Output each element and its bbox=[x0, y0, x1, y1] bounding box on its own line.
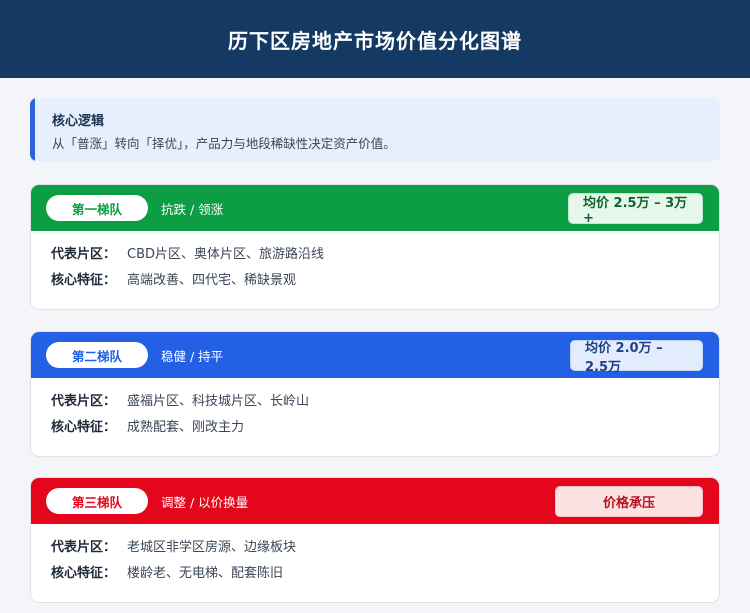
feature-label: 核心特征： bbox=[51, 273, 117, 288]
tier-trend: 稳健 / 持平 bbox=[161, 348, 224, 364]
tier-card-3: 第三梯队 调整 / 以价换量 价格承压 代表片区： 老城区非学区房源、边缘板块 … bbox=[30, 477, 720, 603]
area-value: 盛福片区、科技城片区、长岭山 bbox=[127, 394, 310, 409]
core-logic-title: 核心逻辑 bbox=[52, 114, 105, 129]
tier-feature-row: 核心特征： 楼龄老、无电梯、配套陈旧 bbox=[51, 562, 283, 581]
tier-header: 第三梯队 调整 / 以价换量 价格承压 bbox=[31, 478, 719, 524]
core-logic-panel: 核心逻辑 从「普涨」转向「择优」，产品力与地段稀缺性决定资产价值。 bbox=[30, 98, 720, 161]
feature-label: 核心特征： bbox=[51, 566, 117, 581]
tier-badge: 第一梯队 bbox=[46, 195, 148, 221]
tier-area-row: 代表片区： 盛福片区、科技城片区、长岭山 bbox=[51, 390, 309, 409]
feature-value: 楼龄老、无电梯、配套陈旧 bbox=[127, 566, 284, 581]
tier-badge: 第三梯队 bbox=[46, 488, 148, 514]
tier-header: 第一梯队 抗跌 / 领涨 均价 2.5万 – 3万+ bbox=[31, 185, 719, 231]
accent-bar bbox=[30, 98, 35, 161]
tier-trend: 抗跌 / 领涨 bbox=[161, 201, 224, 217]
page-header: 历下区房地产市场价值分化图谱 bbox=[0, 0, 750, 78]
tier-header: 第二梯队 稳健 / 持平 均价 2.0万 – 2.5万 bbox=[31, 332, 719, 378]
area-label: 代表片区： bbox=[51, 247, 117, 262]
core-logic-description: 从「普涨」转向「择优」，产品力与地段稀缺性决定资产价值。 bbox=[52, 136, 396, 151]
tier-price-badge: 价格承压 bbox=[555, 486, 703, 517]
area-value: 老城区非学区房源、边缘板块 bbox=[127, 540, 297, 555]
area-label: 代表片区： bbox=[51, 394, 117, 409]
area-value: CBD片区、奥体片区、旅游路沿线 bbox=[127, 247, 325, 262]
tier-price-badge: 均价 2.0万 – 2.5万 bbox=[570, 340, 703, 375]
tier-feature-row: 核心特征： 成熟配套、刚改主力 bbox=[51, 416, 244, 435]
tier-area-row: 代表片区： 老城区非学区房源、边缘板块 bbox=[51, 536, 296, 555]
tier-trend: 调整 / 以价换量 bbox=[161, 494, 249, 510]
feature-value: 成熟配套、刚改主力 bbox=[127, 420, 245, 435]
area-label: 代表片区： bbox=[51, 540, 117, 555]
tier-badge: 第二梯队 bbox=[46, 342, 148, 368]
tier-card-1: 第一梯队 抗跌 / 领涨 均价 2.5万 – 3万+ 代表片区： CBD片区、奥… bbox=[30, 184, 720, 310]
feature-label: 核心特征： bbox=[51, 420, 117, 435]
tier-feature-row: 核心特征： 高端改善、四代宅、稀缺景观 bbox=[51, 269, 296, 288]
feature-value: 高端改善、四代宅、稀缺景观 bbox=[127, 273, 297, 288]
page-title: 历下区房地产市场价值分化图谱 bbox=[228, 28, 522, 53]
tier-price-badge: 均价 2.5万 – 3万+ bbox=[568, 193, 703, 226]
tier-area-row: 代表片区： CBD片区、奥体片区、旅游路沿线 bbox=[51, 243, 324, 262]
tier-card-2: 第二梯队 稳健 / 持平 均价 2.0万 – 2.5万 代表片区： 盛福片区、科… bbox=[30, 331, 720, 457]
